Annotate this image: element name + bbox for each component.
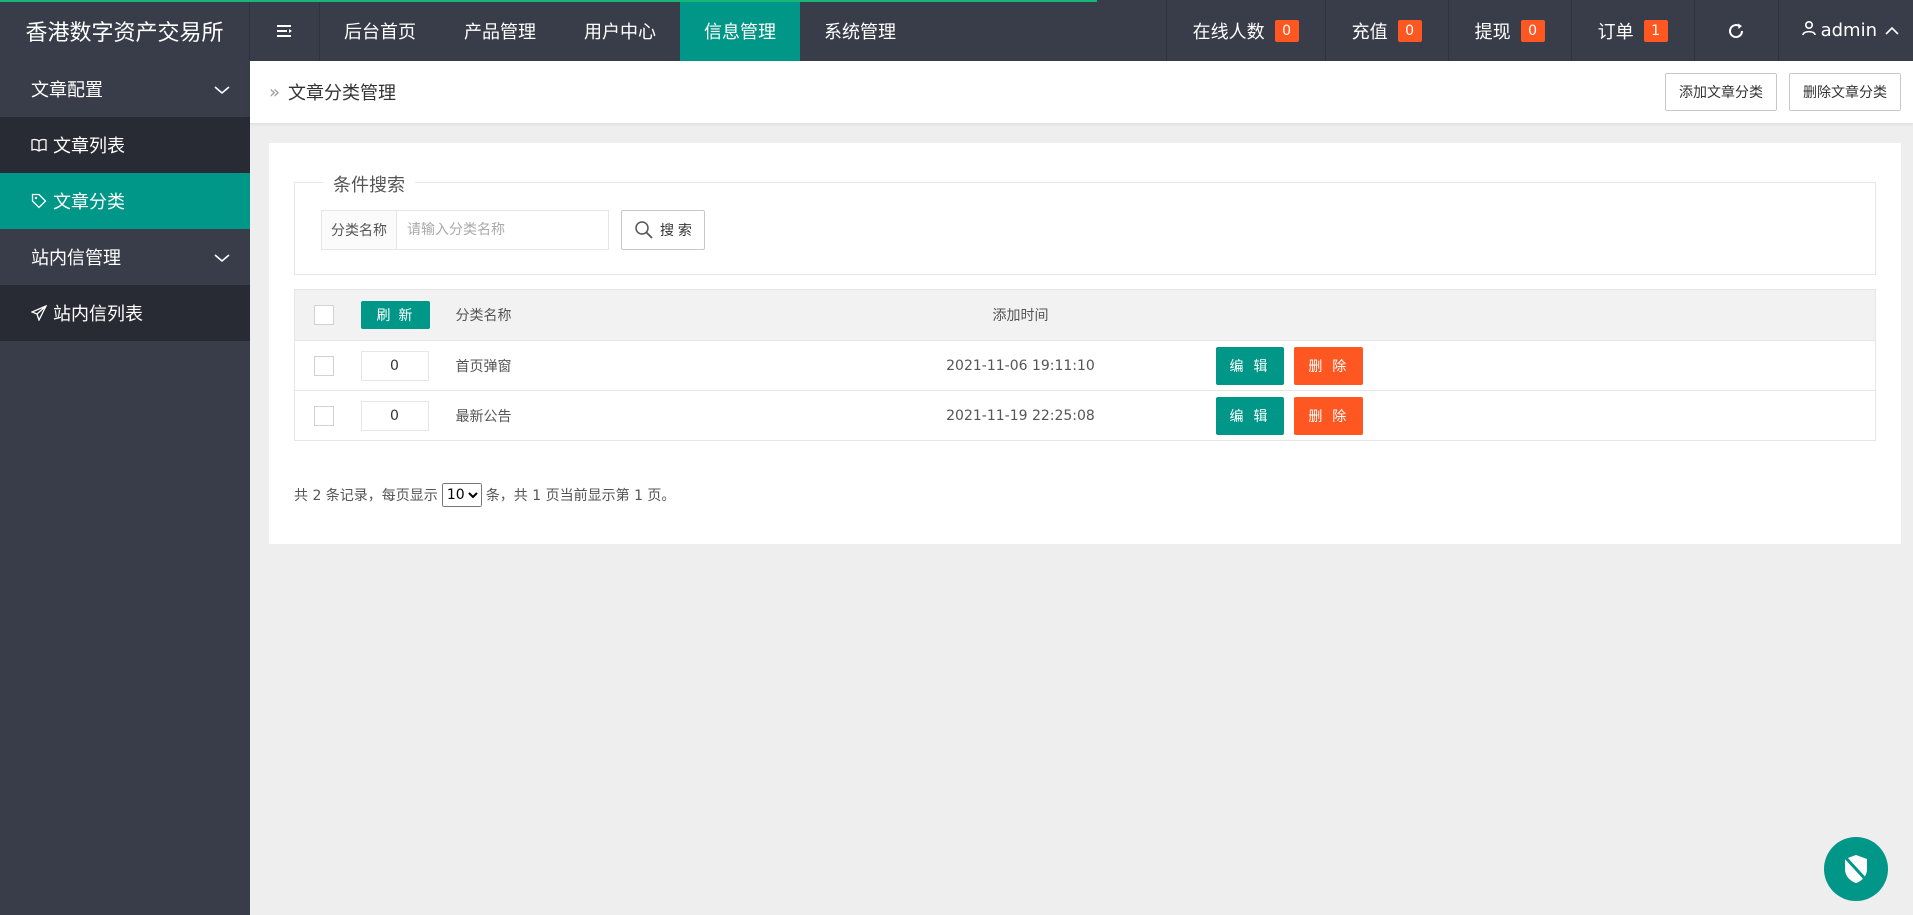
category-table: 刷 新 分类名称 添加时间 首页弹窗 2021-11-06 19:11:10 编… <box>294 289 1876 441</box>
header-stats: 在线人数 0 充值 0 提现 0 订单 1 admin <box>1165 0 1913 61</box>
add-category-button[interactable]: 添加文章分类 <box>1665 73 1777 111</box>
content-card: 条件搜索 分类名称 搜 索 刷 新 分类名称 添加时间 首页弹窗 2021-11… <box>269 143 1901 544</box>
sort-order-input[interactable] <box>360 400 429 431</box>
search-icon <box>634 220 654 240</box>
double-chevron-right-icon: » <box>269 81 281 103</box>
paper-plane-icon <box>31 305 47 321</box>
search-row: 分类名称 搜 索 <box>321 210 705 250</box>
pagination: 共 2 条记录，每页显示 10 条，共 1 页当前显示第 1 页。 <box>294 483 675 507</box>
search-button-label: 搜 索 <box>660 222 692 238</box>
sidebar-group-label: 文章配置 <box>31 80 103 101</box>
search-fieldset: 条件搜索 分类名称 搜 索 <box>294 171 1876 275</box>
sidebar-item-label: 文章列表 <box>53 136 125 157</box>
sidebar-group-article-config[interactable]: 文章配置 <box>0 61 250 117</box>
recharge-badge: 0 <box>1397 19 1422 42</box>
breadcrumb-bar: » 文章分类管理 添加文章分类 删除文章分类 <box>250 61 1913 124</box>
delete-button[interactable]: 删 除 <box>1294 396 1364 435</box>
recharge-link[interactable]: 充值 0 <box>1324 0 1448 61</box>
table-row: 最新公告 2021-11-19 22:25:08 编 辑删 除 <box>294 390 1876 441</box>
nav-item-info[interactable]: 信息管理 <box>680 0 800 61</box>
row-checkbox[interactable] <box>314 355 334 376</box>
row-name: 最新公告 <box>455 390 826 441</box>
page-actions: 添加文章分类 删除文章分类 <box>1665 73 1901 111</box>
user-icon <box>1801 20 1817 41</box>
row-name: 首页弹窗 <box>455 340 826 391</box>
orders-label: 订单 <box>1597 21 1634 43</box>
recharge-label: 充值 <box>1351 21 1388 43</box>
col-header-time: 添加时间 <box>825 289 1216 341</box>
online-users[interactable]: 在线人数 0 <box>1165 0 1325 61</box>
sidebar-item-label: 站内信列表 <box>53 304 143 325</box>
withdraw-link[interactable]: 提现 0 <box>1447 0 1571 61</box>
row-time: 2021-11-06 19:11:10 <box>825 340 1216 391</box>
brand-title: 香港数字资产交易所 <box>0 0 250 61</box>
search-button[interactable]: 搜 索 <box>621 210 705 250</box>
row-checkbox[interactable] <box>314 405 334 426</box>
refresh-button[interactable]: 刷 新 <box>360 301 431 329</box>
sidebar: 文章配置 文章列表 文章分类 站内信管理 站内信列表 <box>0 61 250 915</box>
sidebar-item-article-list[interactable]: 文章列表 <box>0 117 250 173</box>
menu-toggle-icon[interactable] <box>250 0 320 61</box>
online-users-label: 在线人数 <box>1192 21 1265 43</box>
orders-badge: 1 <box>1643 19 1668 42</box>
sidebar-item-message-list[interactable]: 站内信列表 <box>0 285 250 341</box>
pager-suffix: 条，共 1 页当前显示第 1 页。 <box>485 488 676 504</box>
table-row: 首页弹窗 2021-11-06 19:11:10 编 辑删 除 <box>294 340 1876 391</box>
edit-button[interactable]: 编 辑 <box>1215 396 1285 435</box>
online-users-badge: 0 <box>1274 19 1299 42</box>
delete-button[interactable]: 删 除 <box>1294 346 1364 385</box>
tag-icon <box>31 193 47 209</box>
sidebar-group-messages[interactable]: 站内信管理 <box>0 229 250 285</box>
top-header: 香港数字资产交易所 后台首页 产品管理 用户中心 信息管理 系统管理 在线人数 … <box>0 0 1913 61</box>
orders-link[interactable]: 订单 1 <box>1570 0 1694 61</box>
pager-prefix: 共 2 条记录，每页显示 <box>294 488 438 504</box>
delete-category-button[interactable]: 删除文章分类 <box>1789 73 1901 111</box>
sidebar-group-label: 站内信管理 <box>31 248 121 269</box>
table-header: 刷 新 分类名称 添加时间 <box>294 289 1876 341</box>
row-time: 2021-11-19 22:25:08 <box>825 390 1216 441</box>
chevron-up-icon <box>1885 20 1899 41</box>
shield-off-icon <box>1843 855 1870 884</box>
category-name-input[interactable] <box>397 210 609 250</box>
select-all-checkbox[interactable] <box>314 305 334 325</box>
withdraw-badge: 0 <box>1520 19 1545 42</box>
refresh-icon[interactable] <box>1693 0 1778 61</box>
user-menu[interactable]: admin <box>1777 0 1913 61</box>
loading-progress-bar <box>0 0 1097 2</box>
nav-item-users[interactable]: 用户中心 <box>560 0 680 61</box>
nav-item-products[interactable]: 产品管理 <box>440 0 560 61</box>
username: admin <box>1820 20 1877 41</box>
page-title: 文章分类管理 <box>288 83 397 104</box>
withdraw-label: 提现 <box>1474 21 1511 43</box>
chevron-down-icon <box>214 247 230 268</box>
chevron-down-icon <box>214 79 230 100</box>
main-nav: 后台首页 产品管理 用户中心 信息管理 系统管理 <box>320 0 920 61</box>
floating-shield-button[interactable] <box>1824 837 1888 901</box>
sidebar-item-label: 文章分类 <box>53 192 125 213</box>
col-header-name: 分类名称 <box>455 289 826 341</box>
search-legend: 条件搜索 <box>323 171 415 197</box>
category-name-label: 分类名称 <box>321 210 397 250</box>
book-icon <box>31 138 47 152</box>
nav-item-home[interactable]: 后台首页 <box>320 0 440 61</box>
edit-button[interactable]: 编 辑 <box>1215 346 1285 385</box>
nav-item-system[interactable]: 系统管理 <box>800 0 920 61</box>
sort-order-input[interactable] <box>360 350 429 381</box>
sidebar-item-article-category[interactable]: 文章分类 <box>0 173 250 229</box>
breadcrumb: » 文章分类管理 <box>269 79 396 105</box>
per-page-select[interactable]: 10 <box>441 483 482 507</box>
